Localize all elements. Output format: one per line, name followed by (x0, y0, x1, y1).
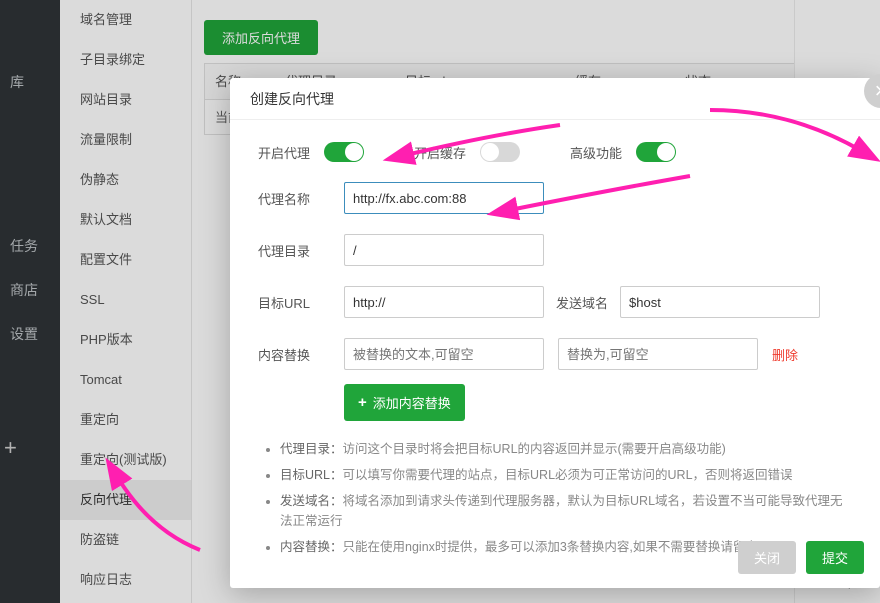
advanced-label: 高级功能 (570, 143, 622, 162)
submit-button[interactable]: 提交 (806, 541, 864, 574)
toggle-row: 开启代理 开启缓存 高级功能 (230, 120, 880, 172)
add-replace-button[interactable]: + 添加内容替换 (344, 384, 465, 421)
close-button[interactable]: 关闭 (738, 541, 796, 574)
enable-proxy-toggle[interactable] (324, 142, 364, 162)
modal-title: 创建反向代理 (230, 78, 880, 120)
row-content-replace: 内容替换 删除 (230, 328, 880, 380)
note-item: 发送域名：将域名添加到请求头传递到代理服务器，默认为目标URL域名，若设置不当可… (280, 491, 844, 531)
modal-notes: 代理目录：访问这个目录时将会把目标URL的内容返回并显示(需要开启高级功能) 目标… (230, 421, 880, 557)
target-url-label: 目标URL (258, 293, 344, 312)
plus-icon: + (358, 394, 367, 411)
replace-from-input[interactable] (344, 338, 544, 370)
note-item: 代理目录：访问这个目录时将会把目标URL的内容返回并显示(需要开启高级功能) (280, 439, 844, 459)
replace-to-input[interactable] (558, 338, 758, 370)
modal-footer: 关闭 提交 (738, 541, 864, 574)
proxy-name-label: 代理名称 (258, 189, 344, 208)
create-reverse-proxy-modal: 创建反向代理 × 开启代理 开启缓存 高级功能 代理名称 代理目录 目标URL … (230, 78, 880, 588)
enable-proxy-label: 开启代理 (258, 143, 310, 162)
send-domain-label: 发送域名 (556, 293, 608, 312)
enable-cache-label: 开启缓存 (414, 143, 466, 162)
target-url-input[interactable] (344, 286, 544, 318)
send-domain-input[interactable] (620, 286, 820, 318)
row-proxy-dir: 代理目录 (230, 224, 880, 276)
enable-cache-toggle[interactable] (480, 142, 520, 162)
row-target-url: 目标URL 发送域名 (230, 276, 880, 328)
proxy-name-input[interactable] (344, 182, 544, 214)
proxy-dir-input[interactable] (344, 234, 544, 266)
replace-delete-link[interactable]: 删除 (772, 345, 798, 364)
row-proxy-name: 代理名称 (230, 172, 880, 224)
note-item: 目标URL：可以填写你需要代理的站点，目标URL必须为可正常访问的URL，否则将… (280, 465, 844, 485)
add-replace-label: 添加内容替换 (373, 393, 451, 412)
advanced-toggle[interactable] (636, 142, 676, 162)
proxy-dir-label: 代理目录 (258, 241, 344, 260)
content-replace-label: 内容替换 (258, 345, 344, 364)
